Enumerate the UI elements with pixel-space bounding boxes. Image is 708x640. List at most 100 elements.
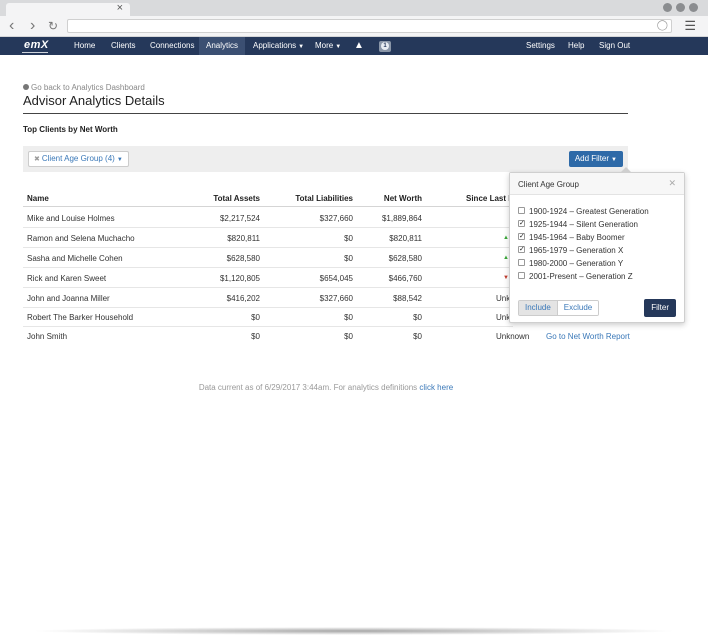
table-row[interactable]: Mike and Louise Holmes $2,217,524 $327,6… xyxy=(23,208,513,228)
age-option[interactable]: ✓ 1945-1964 – Baby Boomer xyxy=(518,232,625,244)
table-row[interactable]: John Smith $0 $0 $0 xyxy=(23,326,513,346)
table-row[interactable]: Robert The Barker Household $0 $0 $0 Unk… xyxy=(23,307,513,327)
checkbox-unchecked[interactable] xyxy=(518,272,525,280)
filter-chip-label: Client Age Group (4) xyxy=(41,154,115,163)
col-header-net-worth[interactable]: Net Worth xyxy=(360,194,422,203)
cell-net-worth: $0 xyxy=(413,332,422,341)
nav-applications[interactable]: Applications ▼ xyxy=(253,37,304,55)
cell-assets: $0 xyxy=(251,332,260,341)
nav-applications-label: Applications xyxy=(253,41,297,50)
exclude-button[interactable]: Exclude xyxy=(557,301,599,315)
checkbox-unchecked[interactable] xyxy=(518,207,525,215)
popover-header: Client Age Group ✕ xyxy=(510,173,684,195)
nav-analytics[interactable]: Analytics xyxy=(199,37,246,55)
address-bar[interactable]: ◯ xyxy=(67,19,672,33)
net-worth-report-link[interactable]: Go to Net Worth Report xyxy=(546,332,630,341)
table-header-divider xyxy=(23,206,513,207)
browser-tab-strip: × xyxy=(0,0,708,16)
cell-name: Rick and Karen Sweet xyxy=(27,274,107,283)
app-logo[interactable]: emX xyxy=(24,38,49,52)
reload-icon[interactable]: ↻ xyxy=(48,17,58,35)
cell-since: Unknown xyxy=(496,332,530,341)
age-option-label: 1925-1944 – Silent Generation xyxy=(529,220,638,229)
caret-down-icon: ▼ xyxy=(298,44,305,50)
filter-bar: ✖ Client Age Group (4) ▼ Add Filter ▼ xyxy=(23,146,628,172)
tab-close-icon[interactable]: × xyxy=(117,1,123,15)
checkbox-checked[interactable]: ✓ xyxy=(518,246,525,254)
close-icon[interactable]: ✕ xyxy=(668,178,676,189)
nav-help[interactable]: Help xyxy=(568,37,584,55)
age-option[interactable]: 2001-Present – Generation Z xyxy=(518,271,633,283)
cell-net-worth: $88,542 xyxy=(393,294,422,303)
age-option[interactable]: ✓ 1965-1979 – Generation X xyxy=(518,245,623,257)
data-footer: Data current as of 6/29/2017 3:44am. For… xyxy=(0,383,652,392)
nav-home[interactable]: Home xyxy=(74,37,95,55)
col-header-liabilities[interactable]: Total Liabilities xyxy=(270,194,353,203)
age-option-label: 1900-1924 – Greatest Generation xyxy=(529,207,649,216)
checkbox-checked[interactable]: ✓ xyxy=(518,233,525,241)
nav-settings[interactable]: Settings xyxy=(526,37,555,55)
cell-liabilities: $0 xyxy=(344,234,353,243)
add-filter-label: Add Filter xyxy=(574,154,610,163)
cell-liabilities: $0 xyxy=(344,313,353,322)
include-button[interactable]: Include xyxy=(519,301,558,315)
popover-title: Client Age Group xyxy=(518,180,579,189)
window-dot-icon[interactable] xyxy=(663,3,672,12)
checkbox-checked[interactable]: ✓ xyxy=(518,220,525,228)
window-dot-icon[interactable] xyxy=(676,3,685,12)
filter-chip[interactable]: ✖ Client Age Group (4) ▼ xyxy=(28,151,129,167)
messages-icon[interactable]: 1 xyxy=(379,41,391,52)
cell-name: John Smith xyxy=(27,332,68,341)
age-option-label: 2001-Present – Generation Z xyxy=(529,272,633,281)
back-link-text: Go back to Analytics Dashboard xyxy=(31,83,145,92)
back-circle-icon xyxy=(23,83,29,90)
window-shadow xyxy=(30,627,678,635)
nav-more-label: More xyxy=(315,41,334,50)
definitions-link[interactable]: click here xyxy=(419,383,453,392)
add-filter-button[interactable]: Add Filter ▼ xyxy=(568,151,623,167)
table-row[interactable]: John and Joanna Miller $416,202 $327,660… xyxy=(23,288,513,308)
checkbox-unchecked[interactable] xyxy=(518,259,525,267)
nav-sign-out[interactable]: Sign Out xyxy=(599,37,630,55)
age-option[interactable]: 1900-1924 – Greatest Generation xyxy=(518,206,649,218)
table-row[interactable]: Ramon and Selena Muchacho $820,811 $0 $8… xyxy=(23,228,513,248)
nav-more[interactable]: More ▼ xyxy=(315,37,341,55)
nav-clients[interactable]: Clients xyxy=(111,37,135,55)
extension-icon[interactable]: ☰ xyxy=(684,17,696,35)
cell-assets: $0 xyxy=(251,313,260,322)
table-row[interactable]: Sasha and Michelle Cohen $628,580 $0 $62… xyxy=(23,248,513,268)
message-count-badge: 1 xyxy=(381,42,389,50)
forward-arrow-icon[interactable]: › xyxy=(30,17,35,35)
browser-tab[interactable]: × xyxy=(6,1,130,16)
age-option[interactable]: ✓ 1925-1944 – Silent Generation xyxy=(518,219,638,231)
bell-icon[interactable]: ▲ xyxy=(354,37,364,55)
cell-liabilities: $0 xyxy=(344,332,353,341)
table-row[interactable]: Rick and Karen Sweet $1,120,805 $654,045… xyxy=(23,268,513,288)
cell-assets: $2,217,524 xyxy=(219,214,260,223)
caret-down-icon: ▼ xyxy=(116,157,123,163)
window-controls xyxy=(663,3,698,12)
cell-liabilities: $654,045 xyxy=(319,274,353,283)
cell-name: Ramon and Selena Muchacho xyxy=(27,234,135,243)
age-option-label: 1945-1964 – Baby Boomer xyxy=(529,233,625,242)
footer-text: Data current as of 6/29/2017 3:44am. For… xyxy=(198,383,418,392)
col-header-assets[interactable]: Total Assets xyxy=(180,194,260,203)
cell-net-worth: $820,811 xyxy=(389,234,422,243)
cell-assets: $416,202 xyxy=(226,294,260,303)
apply-filter-button[interactable]: Filter xyxy=(644,299,676,317)
cell-name: Mike and Louise Holmes xyxy=(27,214,115,223)
col-header-since[interactable]: Since Last M xyxy=(466,194,515,203)
nav-connections[interactable]: Connections xyxy=(150,37,194,55)
age-option-label: 1965-1979 – Generation X xyxy=(529,246,624,255)
include-exclude-toggle: Include Exclude xyxy=(518,300,600,316)
remove-filter-icon[interactable]: ✖ xyxy=(34,156,40,163)
cell-assets: $1,120,805 xyxy=(219,274,260,283)
cell-assets: $628,580 xyxy=(226,254,260,263)
age-option[interactable]: 1980-2000 – Generation Y xyxy=(518,258,623,270)
age-option-label: 1980-2000 – Generation Y xyxy=(529,259,624,268)
window-dot-icon[interactable] xyxy=(689,3,698,12)
back-link[interactable]: Go back to Analytics Dashboard xyxy=(23,83,145,92)
cell-net-worth: $1,889,864 xyxy=(381,214,422,223)
col-header-name[interactable]: Name xyxy=(27,194,49,203)
back-arrow-icon[interactable]: ‹ xyxy=(9,17,14,35)
